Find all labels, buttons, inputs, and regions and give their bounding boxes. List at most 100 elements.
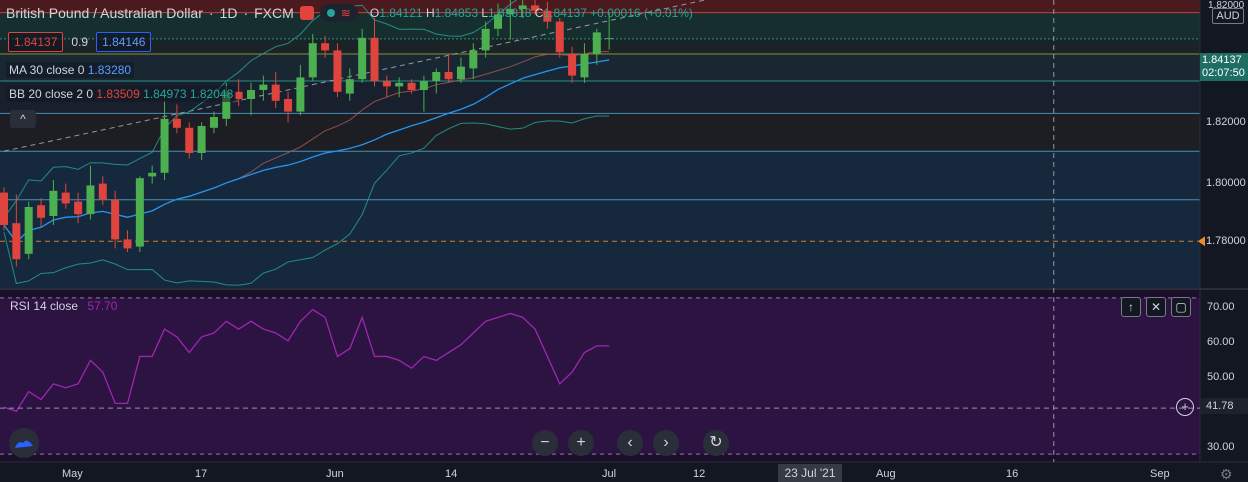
flag-marker-icon[interactable] [299,6,314,20]
bar-countdown: 02:07:50 [1202,67,1245,79]
settings-gear-icon[interactable]: ⚙ [1220,466,1233,482]
candle-body [111,199,120,240]
zone-band [0,54,1200,81]
pane-maximize-button[interactable]: ▢ [1171,297,1191,317]
candle-body [61,192,70,204]
bb-legend[interactable]: BB 20 close 2 0 1.83509 1.84973 1.82048 [6,86,237,102]
low-value: 1.83818 [488,6,532,20]
candle-body [49,190,58,216]
time-tick: Jul [602,468,617,480]
scroll-left-button[interactable]: ‹ [617,430,643,456]
candle [185,122,194,159]
zone-band [0,241,1200,288]
candle-body [0,192,8,225]
reset-chart-button[interactable]: ↻ [703,430,729,456]
zoom-out-button[interactable]: − [532,430,558,456]
candle-body [24,207,33,254]
time-tick: 17 [195,468,208,480]
time-tick: 12 [693,468,706,480]
candle-body [407,82,416,90]
ma-value: 1.83280 [87,63,132,77]
bb-label: BB 20 close 2 0 [9,87,94,101]
candle-body [86,185,95,215]
candle [0,187,8,231]
ohlc-values: O1.84121 H1.84853 L1.83818 C1.84137 +0.0… [369,6,693,20]
candle-body [370,37,379,81]
zone-band [0,199,1200,242]
current-price-label: 1.84137 02:07:50 [1200,53,1248,81]
time-tick: 14 [445,468,458,480]
bb-upper-value: 1.84973 [143,87,187,101]
candle-body [469,50,478,69]
candle-body [123,239,132,249]
market-open-dot-icon [326,9,335,17]
candle-body [432,72,441,81]
change-value: +0.00016 (+0.01%) [590,6,693,20]
ma-label: MA 30 close 0 [9,63,85,77]
rsi-tick: 60.00 [1207,336,1235,348]
rsi-tick: 30.00 [1207,441,1235,453]
candle-body [395,82,404,87]
candle-body [259,84,268,90]
candle-body [580,54,589,78]
symbol-title[interactable]: British Pound / Australian Dollar [6,5,203,21]
rsi-value: 57.70 [87,299,118,313]
price-tick-partial: 1.82000 [1208,0,1245,11]
candle [333,43,342,98]
rsi-label: RSI 14 close [10,299,79,313]
price-tick: 1.82000 [1206,116,1246,128]
candle-body [197,126,206,153]
rsi-legend[interactable]: RSI 14 close 57.70 [10,299,117,313]
time-tick: Jun [326,468,344,480]
candle-body [209,117,218,128]
candle-body [592,32,601,54]
candle-body [555,21,564,53]
zone-band [0,151,1200,200]
candle-body [98,183,107,200]
candle [135,176,144,252]
symbol-legend: British Pound / Australian Dollar · 1D ·… [6,4,693,22]
candle-body [135,178,144,247]
collapse-legend-button[interactable]: ^ [10,110,36,128]
candle-body [419,81,428,90]
crosshair-date-label: 23 Jul '21 [778,464,842,482]
trade-panel: 1.84137 0.9 1.84146 [8,32,152,52]
add-alert-icon[interactable]: + [1176,398,1194,416]
candle-body [568,54,577,76]
candle-body [358,37,367,80]
candle-body [247,90,255,99]
tradingview-logo-icon[interactable] [9,428,39,458]
candle-body [333,50,342,92]
sell-button[interactable]: 1.84137 [8,32,64,52]
rsi-tick: 70.00 [1207,301,1235,313]
candle-body [148,172,157,177]
price-tick: 1.80000 [1206,177,1246,189]
scroll-right-button[interactable]: › [653,430,679,456]
candle-body [481,28,490,51]
bb-basis-value: 1.83509 [96,87,140,101]
candle-body [308,43,317,78]
buy-button[interactable]: 1.84146 [96,32,152,52]
time-tick: Aug [876,468,896,480]
candle-body [296,77,305,112]
candle-body [605,38,614,40]
pane-move-up-button[interactable]: ↑ [1121,297,1141,317]
market-status-pill[interactable]: ≋ [319,4,358,22]
bb-lower-value: 1.82048 [189,87,234,101]
close-value: 1.84137 [543,6,587,20]
pane-close-button[interactable]: ✕ [1146,297,1166,317]
chart-canvas[interactable] [0,0,1248,482]
interval-label[interactable]: 1D [220,5,238,21]
exchange-label: FXCM [254,5,294,21]
zoom-in-button[interactable]: + [568,430,594,456]
candle-body [382,81,391,87]
candle-body [74,201,83,215]
candle-body [456,66,465,80]
ma-legend[interactable]: MA 30 close 0 1.83280 [6,62,135,78]
time-tick: May [62,468,83,480]
high-value: 1.84853 [434,6,478,20]
spread-value: 0.9 [71,35,89,49]
candle-body [160,118,169,173]
candle-body [284,99,293,112]
shaded-zones [0,0,1200,462]
